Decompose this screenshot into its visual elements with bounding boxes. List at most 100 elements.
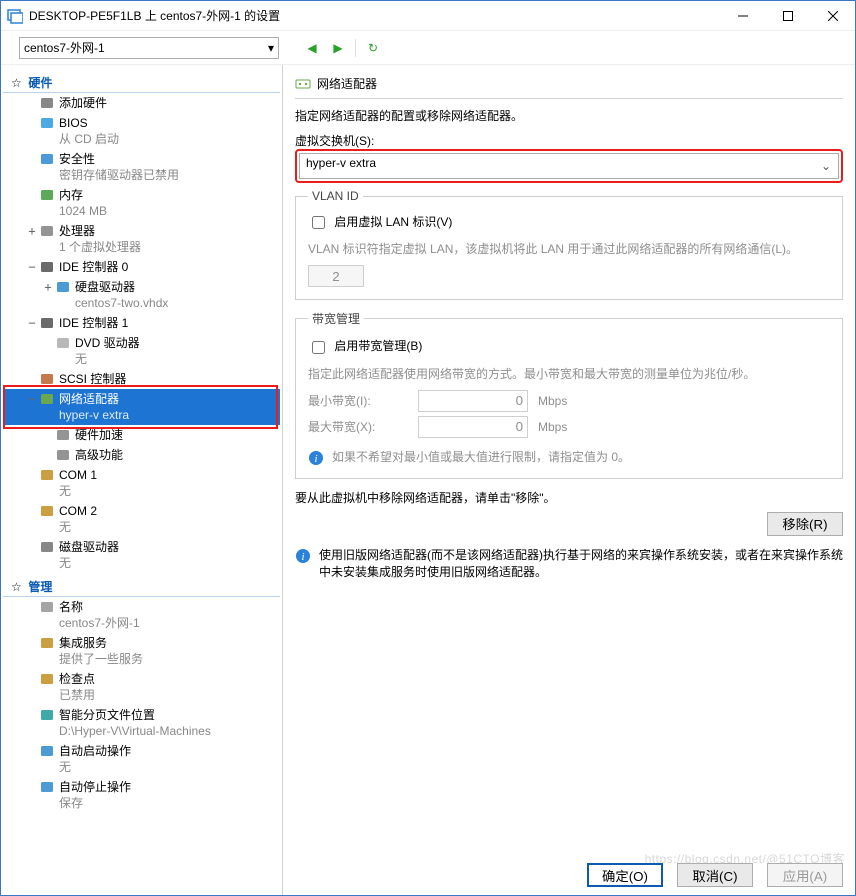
- min-bandwidth-input[interactable]: [418, 390, 528, 412]
- collapse-icon[interactable]: ☆: [11, 580, 25, 594]
- hw-tree-item[interactable]: BIOS从 CD 启动: [3, 113, 280, 149]
- tree-item-sublabel: 无: [59, 759, 276, 775]
- hw-tree-item[interactable]: SCSI 控制器: [3, 369, 280, 389]
- vm-selector[interactable]: centos7-外网-1 ▾: [19, 37, 279, 59]
- accel-icon: [55, 427, 71, 443]
- tree-expander[interactable]: −: [25, 259, 39, 275]
- hardware-section-label: 硬件: [28, 76, 52, 90]
- minimize-button[interactable]: [720, 1, 765, 30]
- mgmt-tree-item[interactable]: 名称centos7-外网-1: [3, 597, 280, 633]
- mgmt-tree-item[interactable]: 集成服务提供了一些服务: [3, 633, 280, 669]
- apply-button[interactable]: 应用(A): [767, 863, 843, 887]
- tree-expander[interactable]: −: [25, 391, 39, 407]
- bandwidth-enable-checkbox[interactable]: [312, 341, 325, 354]
- chevron-down-icon: ⌄: [821, 159, 831, 173]
- hw-tree-item[interactable]: 安全性密钥存储驱动器已禁用: [3, 149, 280, 185]
- app-icon: [7, 8, 23, 24]
- hw-tree-item[interactable]: 添加硬件: [3, 93, 280, 113]
- tree-item-label: DVD 驱动器: [75, 336, 140, 350]
- dialog-footer: 确定(O) 取消(C) 应用(A): [587, 863, 843, 887]
- services-icon: [39, 635, 55, 651]
- memory-icon: [39, 187, 55, 203]
- vlan-enable-checkbox[interactable]: [312, 216, 325, 229]
- info-icon: i: [295, 548, 311, 564]
- tree-expander[interactable]: +: [25, 223, 39, 239]
- hw-tree-item[interactable]: 高级功能: [3, 445, 280, 465]
- unit-label: Mbps: [538, 394, 567, 408]
- prev-button[interactable]: ◀: [303, 39, 321, 57]
- hw-tree-item[interactable]: −IDE 控制器 0: [3, 257, 280, 277]
- tree-expander[interactable]: −: [25, 315, 39, 331]
- tree-item-label: 智能分页文件位置: [59, 708, 155, 722]
- details-description: 指定网络适配器的配置或移除网络适配器。: [295, 107, 843, 124]
- ok-button[interactable]: 确定(O): [587, 863, 663, 887]
- add-hardware-icon: [39, 95, 55, 111]
- smartpaging-icon: [39, 707, 55, 723]
- management-section-header: ☆ 管理: [3, 575, 280, 597]
- com-icon: [39, 467, 55, 483]
- hw-tree-item[interactable]: −网络适配器hyper-v extra: [3, 389, 280, 425]
- next-button[interactable]: ▶: [329, 39, 347, 57]
- chevron-down-icon: ▾: [268, 41, 274, 55]
- hw-tree-item[interactable]: +硬盘驱动器centos7-two.vhdx: [3, 277, 280, 313]
- hw-tree-item[interactable]: DVD 驱动器无: [3, 333, 280, 369]
- bandwidth-enable-label: 启用带宽管理(B): [334, 339, 422, 353]
- vlan-help: VLAN 标识符指定虚拟 LAN，该虚拟机将此 LAN 用于通过此网络适配器的所…: [308, 240, 830, 257]
- hw-tree-item[interactable]: 磁盘驱动器无: [3, 537, 280, 573]
- tree-item-label: 添加硬件: [59, 96, 107, 110]
- management-section-label: 管理: [28, 580, 52, 594]
- tree-item-label: 处理器: [59, 224, 95, 238]
- com-icon: [39, 503, 55, 519]
- tree-item-sublabel: hyper-v extra: [59, 407, 276, 423]
- hardware-section-header: ☆ 硬件: [3, 71, 280, 93]
- tree-item-sublabel: 1024 MB: [59, 203, 276, 219]
- hw-tree-item[interactable]: COM 1无: [3, 465, 280, 501]
- tree-item-label: 磁盘驱动器: [59, 540, 119, 554]
- tree-item-sublabel: 已禁用: [59, 687, 276, 703]
- bandwidth-legend: 带宽管理: [308, 310, 364, 327]
- mgmt-tree-item[interactable]: 自动启动操作无: [3, 741, 280, 777]
- close-button[interactable]: [810, 1, 855, 30]
- collapse-icon[interactable]: ☆: [11, 76, 25, 90]
- max-bandwidth-input[interactable]: [418, 416, 528, 438]
- dvd-icon: [55, 335, 71, 351]
- tree-item-sublabel: centos7-外网-1: [59, 615, 276, 631]
- mgmt-tree-item[interactable]: 自动停止操作保存: [3, 777, 280, 813]
- min-bandwidth-label: 最小带宽(I):: [308, 392, 408, 409]
- virtual-switch-value: hyper-v extra: [306, 156, 376, 170]
- remove-button[interactable]: 移除(R): [767, 512, 843, 536]
- maximize-button[interactable]: [765, 1, 810, 30]
- vlan-id-input[interactable]: [308, 265, 364, 287]
- hw-tree-item[interactable]: 内存1024 MB: [3, 185, 280, 221]
- bios-icon: [39, 115, 55, 131]
- legacy-nic-info: 使用旧版网络适配器(而不是该网络适配器)执行基于网络的来宾操作系统安装，或者在来…: [319, 546, 843, 580]
- tree-item-label: IDE 控制器 1: [59, 316, 128, 330]
- tree-expander[interactable]: +: [41, 279, 55, 295]
- remove-description: 要从此虚拟机中移除网络适配器，请单击"移除"。: [295, 489, 843, 506]
- details-title: 网络适配器: [317, 75, 377, 92]
- hw-tree-item[interactable]: − IDE 控制器 1: [3, 313, 280, 333]
- vlan-legend: VLAN ID: [308, 189, 363, 203]
- tree-item-label: 硬件加速: [75, 428, 123, 442]
- hw-tree-item[interactable]: 硬件加速: [3, 425, 280, 445]
- hw-tree-item[interactable]: COM 2无: [3, 501, 280, 537]
- tree-item-sublabel: D:\Hyper-V\Virtual-Machines: [59, 723, 276, 739]
- tree-item-label: SCSI 控制器: [59, 372, 126, 386]
- hw-tree-item[interactable]: +处理器1 个虚拟处理器: [3, 221, 280, 257]
- tree-item-sublabel: 无: [59, 483, 276, 499]
- tree-item-label: 自动停止操作: [59, 780, 131, 794]
- cancel-button[interactable]: 取消(C): [677, 863, 753, 887]
- bandwidth-enable-row[interactable]: 启用带宽管理(B): [308, 339, 422, 353]
- refresh-button[interactable]: ↻: [364, 39, 382, 57]
- svg-text:i: i: [314, 453, 317, 465]
- tree-item-label: 安全性: [59, 152, 95, 166]
- vlan-enable-row[interactable]: 启用虚拟 LAN 标识(V): [308, 215, 452, 229]
- scsi-icon: [39, 371, 55, 387]
- tree-item-label: 硬盘驱动器: [75, 280, 135, 294]
- virtual-switch-select[interactable]: hyper-v extra: [299, 153, 839, 179]
- mgmt-tree-item[interactable]: 检查点已禁用: [3, 669, 280, 705]
- svg-text:i: i: [301, 551, 304, 563]
- mgmt-tree-item[interactable]: 智能分页文件位置D:\Hyper-V\Virtual-Machines: [3, 705, 280, 741]
- tree-item-label: 高级功能: [75, 448, 123, 462]
- tree-item-label: 检查点: [59, 672, 95, 686]
